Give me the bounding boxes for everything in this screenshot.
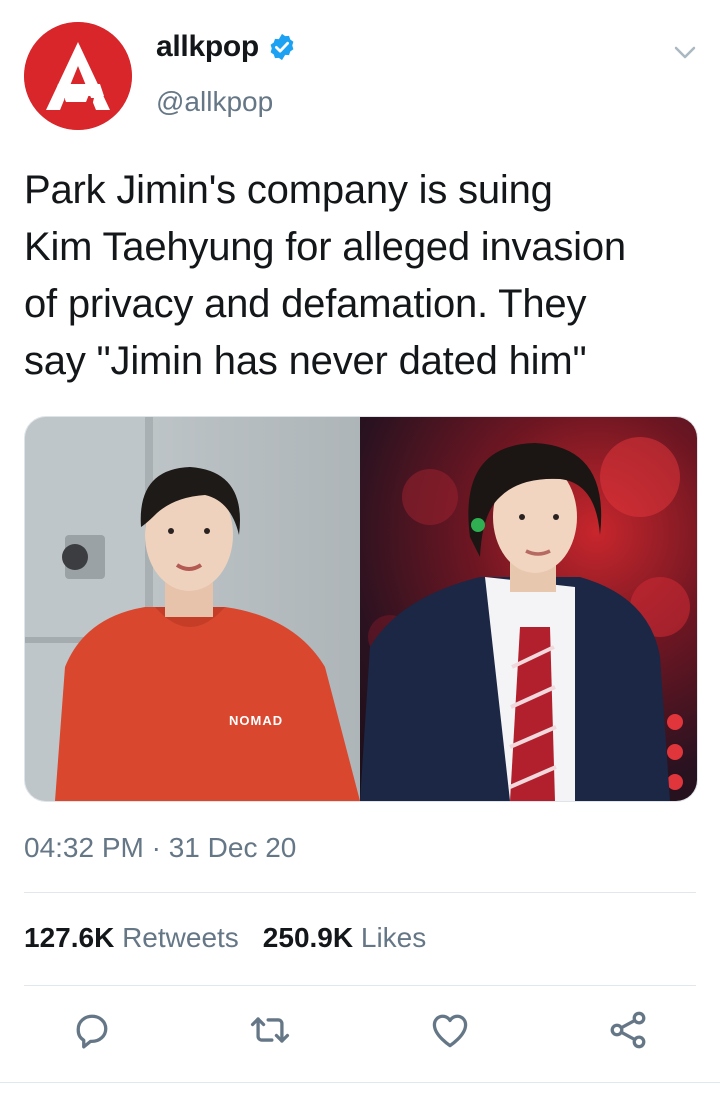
avatar[interactable]: [24, 22, 132, 130]
user-handle[interactable]: @allkpop: [156, 86, 273, 118]
photo-left[interactable]: NOMAD: [25, 417, 360, 801]
reply-button[interactable]: [70, 1008, 114, 1052]
likes-count: 250.9K: [262, 922, 354, 953]
reply-icon: [76, 1014, 108, 1049]
divider: [24, 985, 696, 986]
divider: [24, 892, 696, 893]
share-icon: [610, 1011, 646, 1049]
retweets-count: 127.6K: [24, 922, 115, 953]
retweet-button[interactable]: [248, 1008, 292, 1052]
share-button[interactable]: [606, 1008, 650, 1052]
retweet-icon: [250, 1017, 290, 1043]
likes-label: Likes: [360, 922, 427, 953]
like-button[interactable]: [428, 1008, 472, 1052]
tweet-actions-bar: [0, 1008, 720, 1058]
shirt-text: NOMAD: [229, 713, 284, 728]
photo-right[interactable]: [360, 417, 697, 801]
tweet-text-line: say "Jimin has never dated him": [24, 339, 587, 383]
person-photo-illustration: [25, 417, 360, 801]
display-name[interactable]: allkpop: [156, 30, 259, 64]
tweet-media[interactable]: NOMAD: [24, 416, 698, 802]
tweet-stats: 127.6K Retweets 250.9K Likes: [24, 922, 450, 954]
tweet-timestamp[interactable]: 04:32 PM · 31 Dec 20: [24, 832, 296, 864]
like-icon: [432, 1014, 468, 1048]
author-name-row: allkpop: [156, 30, 297, 64]
person-photo-illustration: [360, 437, 690, 801]
tweet-text-line: Park Jimin's company is suing: [24, 168, 553, 212]
verified-badge-icon: [270, 33, 294, 61]
chevron-down-icon[interactable]: [670, 40, 700, 64]
divider: [0, 1082, 720, 1083]
retweets-label: Retweets: [122, 922, 239, 953]
tweet-text: Park Jimin's company is suing Kim Taehyu…: [24, 162, 704, 390]
tweet-text-line: Kim Taehyung for alleged invasion: [24, 225, 626, 269]
tweet-text-line: of privacy and defamation. They: [24, 282, 587, 326]
retweets-stat[interactable]: 127.6K Retweets: [24, 922, 239, 954]
allkpop-logo-icon: [24, 22, 132, 130]
likes-stat[interactable]: 250.9K Likes: [263, 922, 426, 954]
